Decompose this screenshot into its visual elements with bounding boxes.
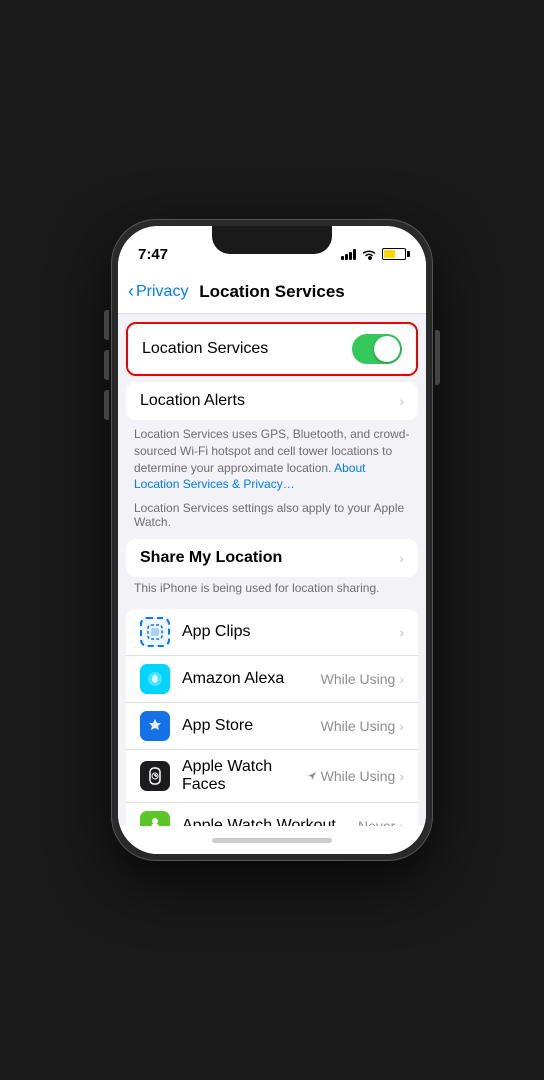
- app-chevron: ›: [399, 718, 404, 734]
- list-item[interactable]: Apple Watch Faces While Using ›: [126, 750, 418, 803]
- app-clips-icon: [140, 617, 170, 647]
- status-icons: [341, 248, 406, 260]
- back-label[interactable]: Privacy: [136, 283, 188, 301]
- workout-svg: [145, 816, 165, 826]
- location-description: Location Services uses GPS, Bluetooth, a…: [118, 420, 426, 499]
- share-location-row[interactable]: Share My Location ›: [126, 539, 418, 577]
- app-name: Apple Watch Workout: [182, 817, 358, 826]
- app-name: App Clips: [182, 623, 399, 641]
- app-permission: While Using: [307, 768, 396, 784]
- share-location-section: Share My Location ›: [126, 539, 418, 577]
- home-bar: [212, 838, 332, 843]
- app-name: App Store: [182, 717, 321, 735]
- alexa-svg: [146, 670, 164, 688]
- app-permission: While Using: [321, 718, 396, 734]
- back-button[interactable]: ‹ Privacy: [128, 281, 188, 302]
- wifi-icon: [361, 248, 377, 260]
- nav-bar: ‹ Privacy Location Services: [118, 270, 426, 314]
- phone-screen: 7:47: [118, 226, 426, 854]
- apple-watch-desc: Location Services settings also apply to…: [118, 499, 426, 537]
- app-chevron: ›: [399, 671, 404, 687]
- app-permission: Never: [358, 818, 395, 826]
- location-alerts-label: Location Alerts: [140, 392, 245, 410]
- app-chevron: ›: [399, 768, 404, 784]
- watchfaces-svg: [144, 765, 166, 787]
- signal-icon: [341, 248, 356, 260]
- share-location-desc: This iPhone is being used for location s…: [118, 577, 426, 603]
- watchfaces-icon: [140, 761, 170, 791]
- location-services-toggle[interactable]: [352, 334, 402, 364]
- alexa-icon: [140, 664, 170, 694]
- list-item[interactable]: Apple Watch Workout Never ›: [126, 803, 418, 826]
- location-services-label: Location Services: [142, 340, 268, 358]
- status-bar: 7:47: [118, 226, 426, 270]
- desc-text-main: Location Services uses GPS, Bluetooth, a…: [134, 427, 409, 475]
- app-chevron: ›: [399, 624, 404, 640]
- share-location-label: Share My Location: [140, 549, 282, 567]
- app-permission: While Using: [321, 671, 396, 687]
- home-indicator: [118, 826, 426, 854]
- nav-title: Location Services: [199, 282, 345, 302]
- list-item[interactable]: App Store While Using ›: [126, 703, 418, 750]
- app-name: Amazon Alexa: [182, 670, 321, 688]
- location-arrow-icon: [307, 771, 317, 781]
- status-time: 7:47: [138, 246, 168, 263]
- app-chevron: ›: [399, 818, 404, 826]
- app-clips-svg: [147, 624, 163, 640]
- appstore-icon: [140, 711, 170, 741]
- battery-fill: [384, 250, 395, 258]
- workout-icon: [140, 811, 170, 826]
- notch: [212, 226, 332, 254]
- app-list: App Clips › Amazon Alexa While Using ›: [126, 609, 418, 826]
- appstore-svg: [145, 716, 165, 736]
- app-name: Apple Watch Faces: [182, 758, 307, 794]
- location-alerts-row[interactable]: Location Alerts ›: [126, 382, 418, 420]
- content-area: Location Services Location Alerts › Loca…: [118, 314, 426, 826]
- location-services-section: Location Services: [126, 322, 418, 376]
- location-services-toggle-row[interactable]: Location Services: [128, 324, 416, 374]
- back-chevron-icon: ‹: [128, 281, 134, 302]
- list-item[interactable]: App Clips ›: [126, 609, 418, 656]
- toggle-knob: [374, 336, 400, 362]
- list-item[interactable]: Amazon Alexa While Using ›: [126, 656, 418, 703]
- battery-icon: [382, 248, 406, 260]
- phone-frame: 7:47: [112, 220, 432, 860]
- location-alerts-chevron: ›: [399, 393, 404, 409]
- location-alerts-section: Location Alerts ›: [126, 382, 418, 420]
- share-location-chevron: ›: [399, 550, 404, 566]
